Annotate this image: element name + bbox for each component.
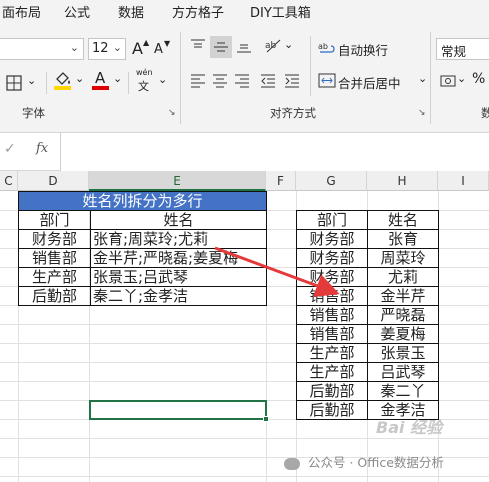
align-middle-icon — [214, 42, 228, 52]
chevron-down-icon: ⌄ — [284, 38, 294, 51]
tab-fangfanggezi[interactable]: 方方格子 — [172, 2, 224, 21]
font-color-swatch — [92, 86, 109, 90]
chevron-down-icon: ⌄ — [158, 73, 168, 86]
tab-diy-toolbox[interactable]: DIY工具箱 — [250, 2, 311, 21]
orientation-button[interactable]: ab ⌄ — [264, 36, 294, 58]
baidu-watermark: Bai 经验 — [376, 418, 443, 437]
decrease-font-icon: A — [154, 42, 163, 57]
align-bottom-button[interactable] — [236, 38, 256, 58]
align-top-icon — [191, 39, 205, 48]
decrease-indent-icon — [261, 74, 275, 88]
tab-page-layout[interactable]: 面布局 — [2, 2, 41, 21]
increase-font-icon: A — [132, 39, 143, 58]
align-right-icon — [235, 74, 249, 88]
align-left-icon — [191, 74, 205, 88]
chevron-down-icon: ⌄ — [418, 72, 428, 85]
tab-data[interactable]: 数据 — [118, 2, 144, 21]
chevron-down-icon: ⌄ — [113, 72, 123, 85]
merge-center-icon — [318, 73, 336, 88]
chevron-down-icon: ⌄ — [112, 41, 122, 54]
align-right-button[interactable] — [234, 72, 254, 92]
align-center-button[interactable] — [212, 72, 232, 92]
currency-icon — [440, 75, 456, 87]
chevron-down-icon: ⌄ — [27, 74, 37, 87]
insert-function-icon[interactable]: fx — [36, 141, 48, 156]
increase-indent-icon — [285, 74, 299, 88]
align-middle-button[interactable] — [210, 36, 232, 58]
decrease-indent-button[interactable] — [260, 72, 280, 92]
phonetic-label: wén — [136, 68, 153, 77]
wrap-text-icon: ab — [318, 42, 335, 53]
borders-icon — [6, 75, 22, 91]
svg-text:ab: ab — [265, 41, 277, 51]
paint-bucket-icon — [56, 72, 70, 85]
font-name-dropdown[interactable]: ⌄ — [0, 38, 84, 60]
chevron-down-icon: ⌄ — [75, 72, 85, 85]
caret-down-icon: ▼ — [164, 39, 171, 48]
font-size-value: 12 — [92, 41, 109, 56]
align-bottom-icon — [237, 44, 251, 53]
wrap-text-label: 自动换行 — [338, 43, 389, 58]
caret-up-icon: ▲ — [143, 38, 150, 47]
phonetic-guide-button[interactable]: wén 文 ⌄ — [134, 68, 168, 94]
dialog-launcher-icon[interactable]: ↘ — [418, 108, 426, 118]
phonetic-sub: 文 — [138, 80, 149, 93]
formula-input[interactable] — [60, 133, 489, 171]
font-color-icon: A — [95, 69, 106, 87]
worksheet-grid[interactable]: C D E F G H I 姓名列拆分为多行 部门 姓名 财务部 张育;周菜玲;… — [0, 171, 489, 482]
group-label-alignment: 对齐方式 — [270, 106, 316, 120]
accounting-format-button[interactable]: ⌄ — [440, 70, 466, 92]
font-color-button[interactable]: A ⌄ — [92, 69, 124, 94]
increase-font-button[interactable]: A ▲ — [130, 38, 150, 60]
checkmark-icon[interactable]: ✓ — [4, 141, 16, 157]
group-label-font: 字体 — [22, 106, 45, 120]
wechat-icon — [284, 457, 300, 470]
borders-button[interactable]: ⌄ — [6, 72, 40, 94]
chevron-down-icon: ⌄ — [457, 72, 467, 85]
group-label-number: 数 — [481, 106, 489, 120]
merge-center-button[interactable]: 合并后居中 ⌄ — [318, 70, 434, 92]
decrease-font-button[interactable]: A ▼ — [152, 38, 172, 60]
align-top-button[interactable] — [190, 38, 210, 58]
percent-icon: % — [472, 71, 486, 87]
watermark-text: 公众号 · Office数据分析 — [307, 455, 444, 470]
svg-text:ab: ab — [318, 42, 328, 51]
dialog-launcher-icon[interactable]: ↘ — [168, 108, 176, 118]
number-format-value: 常规 — [441, 44, 467, 59]
formula-bar: ✓ fx — [0, 133, 489, 171]
wechat-watermark: 公众号 · Office数据分析 — [284, 452, 444, 471]
tab-formulas[interactable]: 公式 — [64, 2, 90, 21]
increase-indent-button[interactable] — [284, 72, 304, 92]
align-left-button[interactable] — [190, 72, 210, 92]
chevron-down-icon: ⌄ — [69, 41, 79, 54]
percent-button[interactable]: % — [470, 70, 489, 92]
number-format-dropdown[interactable]: 常规 — [436, 38, 489, 60]
ribbon: 面布局 公式 数据 方方格子 DIY工具箱 ⌄ 12 ⌄ A ▲ A ▼ ⌄ ⌄ — [0, 0, 489, 133]
align-center-icon — [213, 74, 227, 88]
fill-color-swatch — [54, 86, 71, 90]
text-orientation-icon: ab — [265, 39, 281, 53]
wrap-text-button[interactable]: ab 自动换行 — [318, 38, 418, 60]
font-size-dropdown[interactable]: 12 ⌄ — [88, 38, 126, 60]
fill-color-button[interactable]: ⌄ — [54, 70, 86, 94]
merge-center-label: 合并后居中 — [338, 76, 401, 91]
